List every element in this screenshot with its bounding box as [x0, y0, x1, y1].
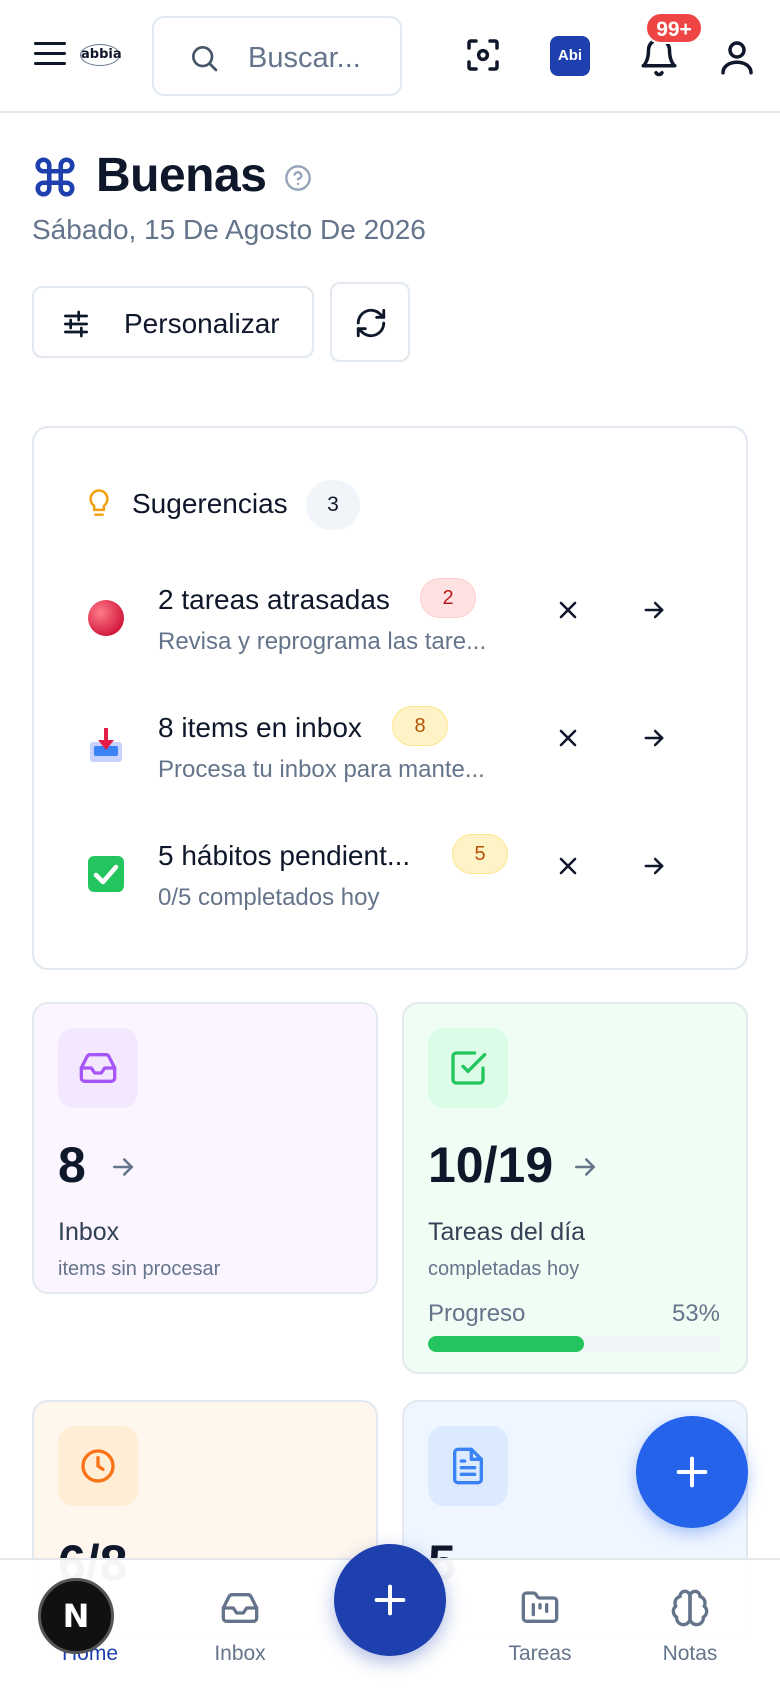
suggestion-title: 2 tareas atrasadas — [158, 584, 390, 615]
arrow-right-icon — [575, 1158, 595, 1176]
page-title: Buenas — [96, 149, 267, 202]
suggestion-count-badge: 2 — [420, 578, 476, 618]
progress-bar — [428, 1336, 722, 1352]
tasks-sublabel: completadas hoy — [428, 1258, 580, 1280]
plus-icon — [676, 1456, 708, 1488]
suggestion-count-badge: 8 — [392, 706, 448, 746]
nav-tareas[interactable]: Tareas — [480, 1560, 600, 1688]
dismiss-icon[interactable] — [554, 852, 582, 880]
progress-bar-fill — [428, 1336, 584, 1352]
time-icon-box — [58, 1426, 138, 1506]
suggestions-card: Sugerencias 3 2 tareas atrasadas 2 Revis… — [32, 426, 748, 970]
clock-icon — [81, 1449, 115, 1483]
tasks-label: Tareas del día — [428, 1218, 586, 1246]
notes-icon-box — [428, 1426, 508, 1506]
quick-add-button[interactable] — [636, 1416, 748, 1528]
search-icon — [192, 46, 218, 72]
add-button[interactable] — [334, 1544, 446, 1656]
refresh-button[interactable] — [330, 282, 410, 362]
tasks-icon-box — [428, 1028, 508, 1108]
progress-percent: 53% — [671, 1300, 720, 1327]
search-input[interactable] — [248, 38, 388, 78]
inbox-sublabel: items sin procesar — [58, 1258, 221, 1280]
nav-notas[interactable]: Notas — [630, 1560, 750, 1688]
suggestion-title: 5 hábitos pendient... — [158, 840, 411, 871]
arrow-right-icon[interactable] — [640, 852, 668, 880]
tasks-count: 10/19 — [428, 1137, 554, 1193]
nav-inbox-label: Inbox — [214, 1642, 266, 1665]
check-mark-button-icon — [88, 856, 124, 892]
user-icon[interactable] — [716, 36, 758, 78]
dismiss-icon[interactable] — [554, 596, 582, 624]
arrow-right-icon[interactable] — [640, 596, 668, 624]
arrow-right-icon — [113, 1158, 133, 1176]
suggestion-subtitle: Procesa tu inbox para mante... — [158, 756, 485, 783]
suggestion-subtitle: Revisa y reprograma las tare... — [158, 628, 487, 655]
notification-count-badge: 99+ — [645, 12, 703, 44]
square-check-icon — [451, 1051, 487, 1085]
abi-assistant-button[interactable]: Abi — [550, 36, 590, 76]
suggestion-count-badge: 5 — [452, 834, 508, 874]
tasks-stat-card[interactable]: 10/19 Tareas del día completadas hoy Pro… — [402, 1002, 748, 1374]
dismiss-icon[interactable] — [554, 724, 582, 752]
progress-label: Progreso — [428, 1300, 526, 1327]
lightbulb-icon — [89, 489, 109, 516]
brain-icon — [671, 1589, 709, 1627]
suggestions-count-badge: 3 — [306, 480, 360, 530]
sliders-icon — [63, 310, 88, 338]
nav-inbox[interactable]: Inbox — [180, 1560, 300, 1688]
personalize-button[interactable]: Personalizar — [32, 286, 314, 358]
suggestion-item[interactable]: 5 hábitos pendient... 5 0/5 completados … — [34, 832, 750, 932]
inbox-icon-box — [58, 1028, 138, 1108]
refresh-icon — [356, 308, 386, 338]
suggestion-item[interactable]: 8 items en inbox 8 Procesa tu inbox para… — [34, 704, 750, 804]
inbox-tray-icon — [90, 728, 122, 762]
folder-kanban-icon — [521, 1591, 559, 1623]
app-logo[interactable]: abbia — [80, 44, 122, 66]
top-bar: abbia Abi 99+ — [0, 0, 780, 113]
scan-icon[interactable] — [462, 34, 504, 76]
suggestion-item[interactable]: 2 tareas atrasadas 2 Revisa y reprograma… — [34, 576, 750, 676]
red-circle-icon — [88, 600, 124, 636]
personalize-label: Personalizar — [124, 308, 280, 339]
dev-tools-badge[interactable]: N — [38, 1578, 114, 1654]
inbox-stat-card[interactable]: 8 Inbox items sin procesar — [32, 1002, 378, 1294]
file-text-icon — [453, 1447, 483, 1485]
suggestion-title: 8 items en inbox — [158, 712, 362, 743]
arrow-right-icon[interactable] — [640, 724, 668, 752]
command-icon — [35, 157, 75, 197]
inbox-count: 8 — [58, 1137, 86, 1193]
current-date: Sábado, 15 De Agosto De 2026 — [32, 214, 426, 245]
inbox-icon — [221, 1593, 259, 1623]
suggestion-subtitle: 0/5 completados hoy — [158, 884, 380, 911]
inbox-label: Inbox — [58, 1218, 120, 1246]
inbox-icon — [79, 1053, 117, 1083]
plus-icon — [374, 1584, 406, 1616]
help-icon[interactable] — [284, 164, 312, 192]
suggestions-title: Sugerencias — [132, 488, 288, 519]
nav-tareas-label: Tareas — [508, 1642, 572, 1665]
search-box[interactable] — [152, 16, 402, 96]
nav-notas-label: Notas — [662, 1642, 718, 1665]
menu-icon[interactable] — [34, 40, 68, 68]
